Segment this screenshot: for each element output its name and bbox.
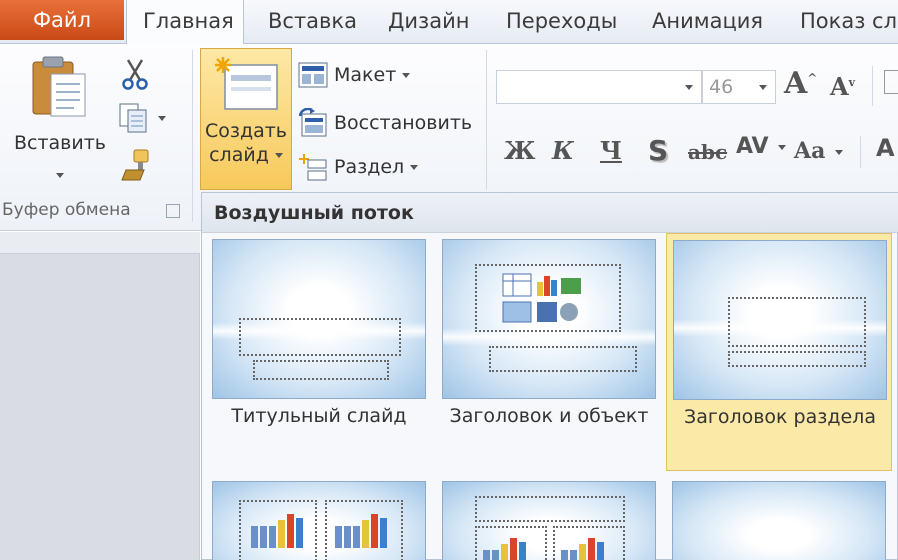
new-slide-button[interactable]: Создать слайд — [200, 48, 292, 190]
chevron-down-icon — [410, 164, 419, 170]
tab-insert[interactable]: Вставка — [268, 0, 357, 44]
layout-title-slide[interactable]: Титульный слайд — [206, 233, 432, 471]
chevron-down-icon — [274, 153, 283, 158]
slides-pane-header — [0, 232, 200, 254]
copy-icon — [119, 103, 147, 133]
chevron-down-icon — [685, 85, 693, 90]
group-divider — [860, 136, 861, 168]
tab-design[interactable]: Дизайн — [388, 0, 469, 44]
layout-label: Титульный слайд — [231, 405, 407, 427]
layout-button[interactable]: Макет — [298, 58, 411, 92]
layout-label: Заголовок и объект — [449, 405, 649, 427]
paste-label: Вставить — [13, 132, 106, 154]
clipboard-icon — [32, 56, 86, 117]
layout-title-only[interactable] — [672, 481, 886, 560]
ribbon-tab-bar: Файл Главная Вставка Дизайн Переходы Ани… — [0, 0, 898, 46]
bold-button[interactable]: Ж — [504, 136, 536, 165]
grow-font-icon: A — [784, 66, 808, 101]
tab-file[interactable]: Файл — [0, 0, 124, 40]
chevron-down-icon — [56, 173, 64, 178]
tab-transitions[interactable]: Переходы — [506, 0, 617, 44]
layout-thumbnail — [212, 239, 426, 399]
content-placeholder-icons — [502, 273, 581, 323]
chevron-down-icon — [759, 85, 767, 90]
dialog-launcher-icon[interactable] — [166, 204, 180, 218]
shadow-button[interactable]: S — [648, 134, 668, 167]
char-spacing-button[interactable]: AV — [736, 134, 787, 159]
clipboard-group-label: Буфер обмена — [2, 200, 131, 220]
copy-button[interactable] — [118, 102, 170, 134]
grow-font-button[interactable]: A^ — [784, 66, 817, 101]
theme-name: Воздушный поток — [214, 202, 414, 224]
font-name-combo[interactable] — [496, 70, 702, 104]
shrink-font-icon: A — [830, 72, 849, 101]
gallery-header: Воздушный поток — [202, 193, 898, 233]
chevron-down-icon — [778, 144, 787, 150]
shrink-font-button[interactable]: Av — [830, 72, 855, 101]
layout-icon — [298, 62, 328, 88]
cut-button[interactable] — [120, 58, 152, 90]
layout-two-content[interactable] — [212, 481, 426, 560]
change-case-button[interactable]: Aa — [794, 138, 843, 164]
chevron-down-icon — [158, 116, 166, 121]
italic-button[interactable]: К — [552, 136, 574, 165]
layout-label: Заголовок раздела — [684, 406, 876, 428]
layout-section-header[interactable]: Заголовок раздела — [666, 233, 892, 471]
brush-icon — [121, 149, 149, 181]
strikethrough-button[interactable]: abc — [688, 140, 727, 164]
tab-animations[interactable]: Анимация — [652, 0, 763, 44]
layout-thumbnail — [442, 239, 656, 399]
layout-thumbnail — [673, 240, 887, 400]
new-slide-icon — [215, 57, 278, 110]
scissors-icon — [122, 59, 148, 90]
new-slide-label-line2: слайд — [209, 144, 269, 166]
clear-format-icon[interactable] — [884, 70, 898, 94]
reset-button[interactable]: Восстановить — [298, 106, 472, 140]
section-button[interactable]: Раздел — [298, 150, 419, 184]
paste-button[interactable]: Вставить — [6, 52, 114, 192]
slides-pane — [0, 232, 200, 560]
underline-button[interactable]: Ч — [600, 136, 622, 165]
section-icon — [299, 154, 327, 181]
char-spacing-icon: AV — [736, 134, 769, 159]
chevron-down-icon — [835, 149, 843, 155]
font-size-combo[interactable]: 46 — [702, 70, 776, 104]
reset-slide-icon — [298, 108, 327, 137]
new-slide-label-line1: Создать — [204, 120, 288, 142]
tab-home[interactable]: Главная — [126, 0, 244, 46]
format-painter-button[interactable] — [120, 148, 152, 182]
change-case-icon: Aa — [794, 138, 826, 164]
section-label: Раздел — [334, 156, 405, 178]
font-color-icon[interactable]: A — [876, 134, 895, 162]
chevron-down-icon — [402, 72, 411, 78]
group-divider — [192, 50, 193, 222]
layout-label: Макет — [334, 64, 397, 86]
tab-slideshow[interactable]: Показ сла — [800, 0, 898, 44]
group-divider — [872, 66, 873, 106]
layout-title-and-content[interactable]: Заголовок и объект — [436, 233, 662, 471]
font-size-value: 46 — [709, 76, 734, 98]
layout-comparison[interactable] — [442, 481, 656, 560]
layout-gallery: Воздушный поток Титульный слайд Заголово… — [201, 192, 898, 560]
group-divider — [486, 50, 487, 190]
reset-label: Восстановить — [334, 112, 473, 134]
